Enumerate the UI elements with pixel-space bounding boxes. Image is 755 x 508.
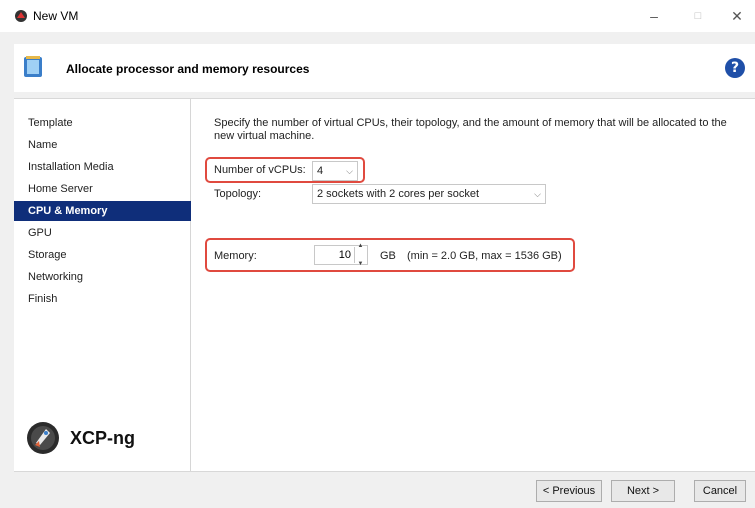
memory-value: 10	[338, 249, 351, 261]
close-button[interactable]: ✕	[719, 0, 755, 32]
xcp-ng-logo: XCP-ng	[26, 421, 135, 455]
help-icon[interactable]: ?	[725, 58, 745, 78]
vcpus-value: 4	[317, 165, 324, 177]
logo-text: XCP-ng	[70, 427, 135, 448]
sidebar-item-home-server[interactable]: Home Server	[14, 179, 191, 199]
chevron-down-icon: ⌵	[346, 166, 353, 176]
sidebar-item-template[interactable]: Template	[14, 113, 191, 133]
titlebar: New VM – □ ✕	[0, 0, 755, 32]
wizard-footer: < Previous Next > Cancel	[14, 472, 755, 508]
sidebar-item-networking[interactable]: Networking	[14, 267, 191, 287]
sidebar-item-installation-media[interactable]: Installation Media	[14, 157, 191, 177]
memory-label: Memory:	[214, 250, 257, 262]
sidebar-item-finish[interactable]: Finish	[14, 289, 191, 309]
topology-select[interactable]: 2 sockets with 2 cores per socket ⌵	[312, 184, 546, 204]
description-text: Specify the number of virtual CPUs, thei…	[214, 117, 727, 142]
minimize-button[interactable]: –	[636, 0, 672, 32]
next-button[interactable]: Next >	[611, 480, 675, 502]
sidebar-item-storage[interactable]: Storage	[14, 245, 191, 265]
cancel-button[interactable]: Cancel	[694, 480, 746, 502]
topology-label: Topology:	[214, 188, 262, 200]
xcp-ng-logo-icon	[27, 422, 59, 454]
memory-stepper[interactable]: 10 ▲ ▼	[314, 243, 368, 267]
sidebar-item-name[interactable]: Name	[14, 135, 191, 155]
memory-unit: GB	[380, 250, 396, 262]
spinner-arrows-icon[interactable]: ▲ ▼	[354, 243, 366, 267]
memory-range: (min = 2.0 GB, max = 1536 GB)	[407, 250, 562, 262]
vcpus-select[interactable]: 4 ⌵	[312, 161, 358, 181]
sidebar-item-cpu-memory[interactable]: CPU & Memory	[14, 201, 191, 221]
chevron-down-icon: ⌵	[534, 189, 541, 199]
wizard-icon	[24, 56, 42, 77]
page-title: Allocate processor and memory resources	[66, 62, 310, 76]
wizard-body: Template Name Installation Media Home Se…	[14, 98, 755, 472]
new-vm-window: New VM – □ ✕ Allocate processor and memo…	[0, 0, 755, 508]
wizard-steps-sidebar: Template Name Installation Media Home Se…	[14, 99, 191, 471]
vcpus-label: Number of vCPUs:	[214, 164, 306, 176]
previous-button[interactable]: < Previous	[536, 480, 602, 502]
app-icon	[15, 10, 27, 22]
wizard-header: Allocate processor and memory resources …	[14, 44, 755, 92]
window-title: New VM	[33, 9, 79, 23]
cpu-memory-panel: Specify the number of virtual CPUs, thei…	[202, 99, 754, 471]
sidebar-item-gpu[interactable]: GPU	[14, 223, 191, 243]
maximize-button[interactable]: □	[680, 0, 716, 32]
topology-value: 2 sockets with 2 cores per socket	[317, 188, 480, 200]
